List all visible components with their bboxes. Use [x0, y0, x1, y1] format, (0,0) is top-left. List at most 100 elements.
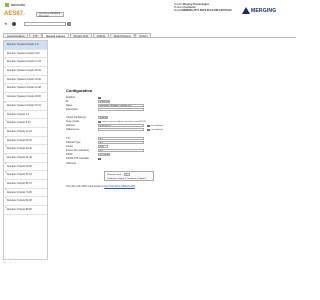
ttl-label: TTL: [66, 137, 71, 141]
source-list: 1 Renderer Speaker Outputs 1-8 2 Renderer …: [3, 40, 48, 260]
address-sec-user-defined: user defined: [147, 128, 163, 132]
name-label: Name: [66, 104, 73, 108]
channel-map[interactable]: Conductor Output 1 Conductor Output 8: [107, 178, 146, 180]
ttl-field[interactable]: 15: [98, 137, 144, 141]
enabled-label: Enabled: [66, 96, 75, 100]
list-item[interactable]: 6 Renderer Speaker Outputs 41-48: [4, 84, 47, 94]
address-sec-user-defined-checkbox[interactable]: [147, 128, 150, 132]
ip-select[interactable]: [24, 22, 66, 26]
list-item-label: Renderer Outputs 41-48: [7, 156, 32, 159]
payload-field[interactable]: 98: [98, 141, 144, 145]
list-item[interactable]: 5 Renderer Speaker Outputs 33-40: [4, 76, 47, 85]
list-item-label: Renderer Outputs 17-24: [7, 130, 32, 133]
merging-logo-text: MERGING: [251, 7, 277, 14]
host-selector-label: Jerome's MacBook Pro.local: [39, 11, 61, 18]
address-user-defined-checkbox[interactable]: [147, 124, 150, 127]
list-item[interactable]: 12 Renderer Outputs 25-32: [4, 137, 47, 146]
vendor-line-label: Serial: [174, 9, 181, 13]
list-item[interactable]: 14 Renderer Outputs 41-48: [4, 154, 47, 163]
more-options-button[interactable]: …: [13, 260, 17, 264]
list-item-label: Renderer Speaker Outputs 57-64: [7, 104, 41, 107]
list-item-label: Renderer Outputs 89-96: [7, 209, 32, 212]
list-item-label: Renderer Outputs 33-40: [7, 148, 32, 151]
list-item-label: Renderer Speaker Outputs 1-8: [7, 44, 39, 46]
list-item[interactable]: 1 Renderer Speaker Outputs 1-8: [4, 41, 47, 50]
host-selector[interactable]: Jerome's MacBook Pro.local: [36, 11, 64, 18]
enabled-checkbox[interactable]: [98, 96, 101, 99]
address-user-defined-label: user defined: [150, 124, 163, 127]
list-item-number: 3: [5, 58, 6, 61]
refresh-button[interactable]: [67, 22, 71, 26]
list-item-number: 8: [5, 102, 6, 105]
vendor-line: Serial 0386B856-3777-5DF9-8CC0-D8FC35273…: [174, 9, 232, 12]
address-sec-field[interactable]: [98, 128, 144, 132]
device-model: AES67v: [4, 11, 25, 17]
list-item-number: 6: [5, 84, 6, 87]
brand-logo: MERGING: [5, 3, 25, 7]
device-model-label: AES67: [4, 11, 24, 17]
list-item-label: Renderer Outputs 25-32: [7, 139, 32, 142]
payload-label: Payload Type: [66, 141, 81, 145]
list-item-label: Renderer Speaker Outputs 33-40: [7, 78, 41, 81]
list-item[interactable]: 13 Renderer Outputs 33-40: [4, 145, 47, 154]
list-item[interactable]: 4 Renderer Speaker Outputs 25-32: [4, 67, 47, 76]
row-refclk: RefClk PTP traceable: [66, 157, 102, 161]
list-item[interactable]: 17 Renderer Outputs 65-72: [4, 180, 47, 189]
refclk-label: RefClk PTP traceable: [66, 157, 89, 161]
list-item-label: Renderer Outputs 81-88: [7, 200, 32, 203]
sdp-note: The URL of the SDP of this stream is htt…: [66, 186, 135, 188]
vendor-info: Vendor Merging Technologies Product Cond…: [174, 3, 232, 13]
list-item[interactable]: 11 Renderer Outputs 17-24: [4, 128, 47, 137]
list-item-label: Renderer Outputs 57-64: [7, 174, 32, 177]
remove-source-button[interactable]: −: [8, 260, 12, 264]
frame-size-field[interactable]: 48: [98, 149, 144, 153]
record-icon[interactable]: [12, 22, 16, 26]
auto-unicast-checkbox[interactable]: [98, 120, 101, 124]
add-source-button[interactable]: +: [3, 260, 7, 264]
description-field[interactable]: [98, 108, 144, 112]
sdp-note-text: The URL of the SDP of this stream is: [66, 186, 104, 188]
channels-label: Channels: [66, 162, 77, 166]
name-field[interactable]: Renderer Speaker Outputs 1-8: [98, 104, 144, 108]
codec-select[interactable]: L24: [98, 145, 108, 149]
list-item[interactable]: 18 Renderer Outputs 73-80: [4, 189, 47, 198]
address-label: Address: [66, 124, 75, 128]
list-item-number: 4: [5, 67, 6, 70]
channels-box: Channel count 8 Conductor Output 1 Condu…: [104, 171, 154, 181]
refclk-checkbox[interactable]: [98, 157, 101, 160]
star-icon[interactable]: ★: [4, 22, 8, 26]
list-item-label: Renderer Outputs 73-80: [7, 191, 32, 194]
brand-name: MERGING: [11, 3, 26, 7]
dscp-select[interactable]: 34 (AF41): [98, 153, 110, 157]
list-item[interactable]: 3 Renderer Speaker Outputs 17-24: [4, 58, 47, 68]
merging-logo: MERGING: [242, 7, 276, 14]
list-item[interactable]: 19 Renderer Outputs 81-88: [4, 197, 47, 207]
frame-size-label: Frame size (samples): [66, 149, 89, 153]
list-item-label: Renderer Speaker Outputs 41-48: [7, 87, 41, 90]
interface-select[interactable]: Interface 1: [98, 116, 108, 120]
interface-label: Output interface(s): [66, 116, 86, 120]
list-item[interactable]: 7 Renderer Speaker Outputs 49-56: [4, 93, 47, 102]
list-item[interactable]: 16 Renderer Outputs 57-64: [4, 171, 47, 180]
list-item-label: Renderer Outputs 65-72: [7, 183, 32, 185]
channel-count-field[interactable]: 8: [124, 173, 131, 177]
list-item[interactable]: 20 Renderer Outputs 89-96: [4, 206, 47, 215]
list-item-label: Renderer Outputs 1-8: [7, 113, 30, 116]
row-address-sec: Address sec user defined: [66, 128, 163, 132]
id-field[interactable]: Audio Device 1: [98, 100, 110, 104]
list-item[interactable]: 9 Renderer Outputs 1-8: [4, 111, 47, 120]
auto-unicast-label: Auto unicast: [66, 120, 80, 124]
list-item[interactable]: 15 Renderer Outputs 49-56: [4, 163, 47, 172]
list-item-label: Renderer Speaker Outputs 25-32: [7, 70, 41, 73]
list-item-label: Renderer Outputs 49-56: [7, 165, 32, 168]
address-field[interactable]: 239.69.0.4: [98, 124, 144, 128]
list-item[interactable]: 8 Renderer Speaker Outputs 57-64: [4, 102, 47, 111]
list-item-number: 7: [5, 93, 6, 96]
dscp-label: DSCP: [66, 153, 73, 157]
list-item[interactable]: 10 Renderer Outputs 9-16: [4, 119, 47, 128]
sdp-link[interactable]: http://192.168.4.8/8/8/sdp-999: [104, 186, 135, 188]
list-item[interactable]: 2 Renderer Speaker Outputs 9-16: [4, 50, 47, 59]
list-item-number: 1: [5, 41, 6, 44]
list-item-label: Renderer Outputs 9-16: [7, 122, 31, 125]
list-item-number: 2: [5, 50, 6, 53]
